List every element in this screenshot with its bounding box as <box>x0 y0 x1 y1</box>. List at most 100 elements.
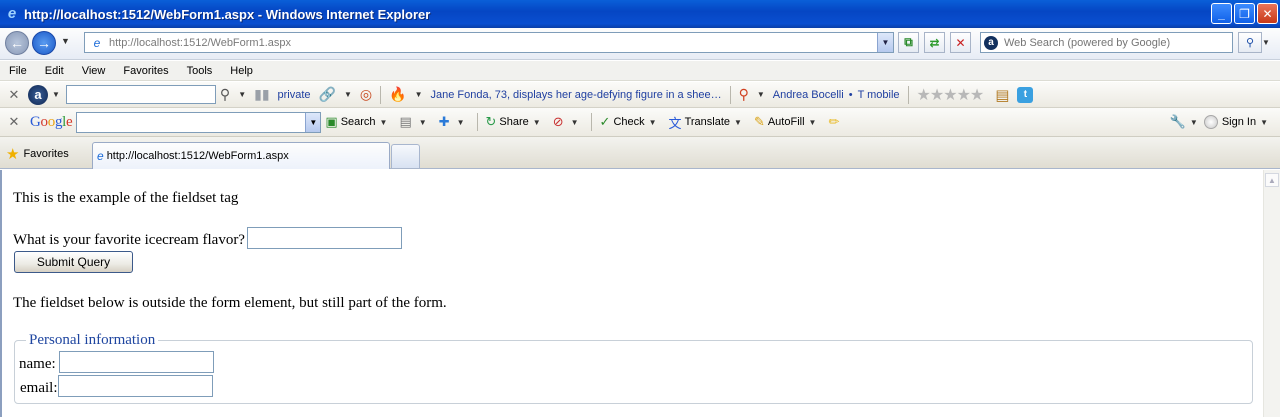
private-link[interactable]: private <box>278 89 311 101</box>
ask-dropdown[interactable]: ▼ <box>52 90 60 99</box>
ask-icon: a <box>984 35 998 50</box>
search-pin-dropdown[interactable]: ▼ <box>757 90 765 99</box>
translate-icon: 文 <box>668 115 682 131</box>
settings-dropdown[interactable]: ▼ <box>1190 118 1198 127</box>
back-arrow-icon: ← <box>10 35 24 51</box>
menu-file[interactable]: File <box>0 65 36 77</box>
share-button[interactable]: ↻ Share ▼ <box>486 114 545 130</box>
sign-in-dropdown[interactable]: ▼ <box>1260 118 1268 127</box>
magnifier-icon[interactable]: ⚲ <box>220 86 230 103</box>
close-button[interactable]: ✕ <box>1257 3 1278 24</box>
name-input[interactable] <box>59 351 214 373</box>
tab-row: ★ Favorites e http://localhost:1512/WebF… <box>0 137 1280 169</box>
link-separator: • <box>848 88 853 101</box>
wrench-icon[interactable]: 🔧 <box>1170 114 1186 130</box>
menu-help[interactable]: Help <box>221 65 262 77</box>
rating-stars-icon[interactable]: ★★★★★ <box>917 85 985 105</box>
page-tools-button[interactable]: ▤ ▼ <box>399 114 430 130</box>
popup-blocker-button[interactable]: ⊘ ▼ <box>553 114 583 130</box>
news-dropdown[interactable]: ▼ <box>415 90 423 99</box>
ask-logo-icon[interactable]: a <box>28 84 48 105</box>
separator <box>380 85 382 104</box>
name-label: name: <box>19 356 56 372</box>
web-search-input[interactable] <box>1002 35 1222 50</box>
popup-blocker-icon: ⊘ <box>552 114 564 129</box>
news-headline-link[interactable]: Jane Fonda, 73, displays her age-defying… <box>431 89 722 101</box>
star-icon: ★ <box>6 146 20 163</box>
profile-icon <box>1203 115 1218 129</box>
separator <box>907 85 909 104</box>
link-icon[interactable]: 🔗 <box>319 86 336 103</box>
ask-search-input[interactable] <box>65 85 216 104</box>
vertical-scrollbar[interactable]: ▲ <box>1263 170 1280 417</box>
email-label: email: <box>20 380 58 396</box>
plus-button[interactable]: ✚ ▼ <box>439 114 469 130</box>
page-icon: ▤ <box>399 114 412 129</box>
flame-icon[interactable]: 🔥 <box>389 86 406 103</box>
ask-toolbar: ✕ a ▼ ⚲ ▼ ▮▮ private 🔗 ▼ ◎ 🔥 ▼ Jane Fond… <box>0 82 1280 108</box>
address-input[interactable] <box>105 36 865 49</box>
separator <box>729 85 731 104</box>
menu-view[interactable]: View <box>73 65 115 77</box>
forward-button[interactable]: → <box>32 31 56 55</box>
twitter-icon[interactable]: t <box>1017 86 1034 103</box>
title-bar: e http://localhost:1512/WebForm1.aspx - … <box>0 0 1280 28</box>
compatibility-view-button[interactable]: ⧉ <box>898 32 919 53</box>
menu-tools[interactable]: Tools <box>178 65 222 77</box>
search-pin-icon[interactable]: ⚲ <box>739 86 749 103</box>
new-tab-button[interactable] <box>391 144 420 168</box>
google-search-dropdown[interactable]: ▼ <box>305 112 321 132</box>
spell-check-button[interactable]: ✓ Check ▼ <box>600 114 661 130</box>
page-content: This is the example of the fieldset tag … <box>0 170 1263 417</box>
stop-button[interactable]: ✕ <box>950 32 971 53</box>
sign-in-button[interactable]: Sign In <box>1222 116 1256 128</box>
tab-label: http://localhost:1512/WebForm1.aspx <box>106 150 289 162</box>
address-row: ← → ▼ e ▼ ⧉ ⇄ ✕ a ⚲ ▼ <box>0 28 1280 60</box>
address-field[interactable]: e ▼ <box>84 32 894 53</box>
fieldset-legend: Personal information <box>26 332 159 349</box>
email-input[interactable] <box>58 375 213 397</box>
submit-query-button[interactable]: Submit Query <box>14 251 133 273</box>
close-google-toolbar-icon[interactable]: ✕ <box>4 114 24 130</box>
icecream-flavor-input[interactable] <box>247 227 402 249</box>
refresh-button[interactable]: ⇄ <box>924 32 945 53</box>
menu-favorites[interactable]: Favorites <box>114 65 177 77</box>
web-search-field[interactable]: a <box>980 32 1233 53</box>
sign-in-area: 🔧 ▼ Sign In ▼ <box>1170 114 1272 130</box>
link-dropdown[interactable]: ▼ <box>344 90 352 99</box>
maximize-button[interactable]: ❐ <box>1234 3 1255 24</box>
separator <box>590 113 592 131</box>
bar-chart-icon[interactable]: ▮▮ <box>254 86 269 103</box>
scroll-up-button[interactable]: ▲ <box>1265 173 1279 187</box>
t-mobile-link[interactable]: T mobile <box>858 89 900 101</box>
page-icon: e <box>93 35 101 50</box>
andrea-bocelli-link[interactable]: Andrea Bocelli <box>773 89 844 101</box>
plus-icon: ✚ <box>438 114 450 129</box>
favorites-button[interactable]: ★ Favorites <box>6 145 69 163</box>
highlight-button[interactable]: ✏ <box>828 114 842 130</box>
close-toolbar-icon[interactable]: ✕ <box>4 87 24 103</box>
book-icon[interactable]: ▤ <box>995 86 1009 104</box>
google-toolbar: ✕ Google ▼ ▣ Search ▼ ▤ ▼ ✚ ▼ ↻ Share ▼ … <box>0 108 1280 137</box>
translate-button[interactable]: 文 Translate ▼ <box>669 113 746 132</box>
ie-icon: e <box>7 5 17 22</box>
menu-bar: File Edit View Favorites Tools Help <box>0 61 1280 81</box>
target-icon[interactable]: ◎ <box>360 86 372 103</box>
autofill-button[interactable]: ✎ AutoFill ▼ <box>754 114 821 130</box>
address-dropdown[interactable]: ▼ <box>877 33 893 52</box>
magnifier-dropdown[interactable]: ▼ <box>238 90 246 99</box>
share-icon: ↻ <box>485 114 497 129</box>
google-search-input[interactable]: ▼ <box>76 111 322 133</box>
minimize-button[interactable]: _ <box>1211 3 1232 24</box>
google-logo[interactable]: Google <box>30 114 73 131</box>
search-icon: ⚲ <box>1245 37 1255 49</box>
window-controls: _ ❐ ✕ <box>1211 3 1278 24</box>
google-search-button[interactable]: ▣ Search ▼ <box>325 114 391 130</box>
tab-webform1[interactable]: e http://localhost:1512/WebForm1.aspx <box>92 142 390 169</box>
outside-note-text: The fieldset below is outside the form e… <box>13 295 447 311</box>
search-go-button[interactable]: ⚲ <box>1238 32 1262 53</box>
search-options-dropdown[interactable]: ▼ <box>1262 38 1270 47</box>
menu-edit[interactable]: Edit <box>36 65 73 77</box>
back-button[interactable]: ← <box>5 31 29 55</box>
recent-pages-dropdown[interactable]: ▼ <box>61 36 70 46</box>
